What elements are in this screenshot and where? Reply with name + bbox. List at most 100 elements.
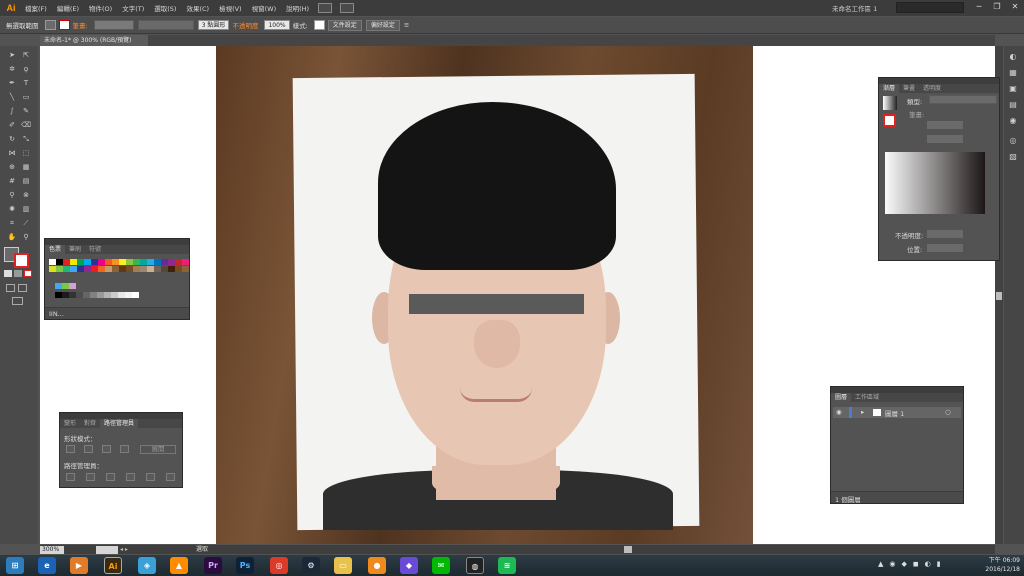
unite-button[interactable] xyxy=(66,445,75,453)
color-swatch[interactable] xyxy=(63,259,70,265)
color-swatch[interactable] xyxy=(175,259,182,265)
document-setup-button[interactable]: 文件設定 xyxy=(327,19,362,31)
gradient-opacity-field[interactable] xyxy=(927,230,963,238)
arrange-documents-icon[interactable] xyxy=(340,3,355,13)
gradient-mode-icon[interactable] xyxy=(14,270,22,277)
outline-button[interactable] xyxy=(146,473,155,481)
color-swatch[interactable] xyxy=(147,259,154,265)
color-swatch[interactable] xyxy=(70,259,77,265)
color-swatch[interactable] xyxy=(69,283,76,289)
width-tool-icon[interactable]: ⋈ xyxy=(7,149,17,158)
gradient-stroke-swatch[interactable] xyxy=(883,114,896,127)
mesh-tool-icon[interactable]: # xyxy=(7,177,17,186)
free-transform-tool-icon[interactable]: ⬚ xyxy=(21,149,31,158)
color-swatch[interactable] xyxy=(84,259,91,265)
minus-front-button[interactable] xyxy=(84,445,93,453)
grayscale-swatch[interactable] xyxy=(83,292,90,298)
color-swatch[interactable] xyxy=(126,259,133,265)
dock-swatches-icon[interactable]: ▦ xyxy=(1007,68,1019,78)
color-swatch[interactable] xyxy=(140,266,147,272)
color-swatch[interactable] xyxy=(175,266,182,272)
selection-tool-icon[interactable]: ➤ xyxy=(7,51,17,60)
exclude-button[interactable] xyxy=(120,445,129,453)
gradient-location-field[interactable] xyxy=(927,244,963,252)
menu-select[interactable]: 選取(S) xyxy=(149,3,181,13)
color-swatch[interactable] xyxy=(70,266,77,272)
app-icon[interactable]: ● xyxy=(368,557,386,574)
document-tab[interactable]: 未命名-1* @ 300% (RGB/預覽) xyxy=(40,35,148,46)
none-mode-icon[interactable] xyxy=(24,270,32,277)
color-swatch[interactable] xyxy=(55,283,62,289)
vs-icon[interactable]: ◆ xyxy=(400,557,418,574)
vertical-scroll-thumb[interactable] xyxy=(996,292,1002,300)
tab-stroke[interactable]: 筆畫 xyxy=(899,84,919,93)
menu-type[interactable]: 文字(T) xyxy=(117,3,149,13)
color-swatch[interactable] xyxy=(161,266,168,272)
maximize-button[interactable]: ❐ xyxy=(988,0,1006,14)
pencil-tool-icon[interactable]: ✎ xyxy=(21,107,31,116)
brush-dropdown[interactable]: 3 點圓形 xyxy=(197,20,230,30)
color-swatch[interactable] xyxy=(147,266,154,272)
color-swatch[interactable] xyxy=(154,266,161,272)
gradient-type-dropdown[interactable] xyxy=(929,95,997,104)
gradient-preview-swatch[interactable] xyxy=(883,96,897,110)
dock-symbols-icon[interactable]: ▤ xyxy=(1007,100,1019,110)
grayscale-swatch[interactable] xyxy=(97,292,104,298)
start-button-icon[interactable]: ⊞ xyxy=(6,557,24,574)
lasso-tool-icon[interactable]: ϙ xyxy=(21,65,31,74)
crop-button[interactable] xyxy=(126,473,135,481)
photoshop-icon[interactable]: Ps xyxy=(236,557,254,574)
minimize-button[interactable]: ─ xyxy=(970,0,988,14)
stroke-label[interactable]: 筆畫: xyxy=(73,20,88,30)
type-tool-icon[interactable]: T xyxy=(21,79,31,88)
grayscale-swatch[interactable] xyxy=(55,292,62,298)
stroke-color-box[interactable] xyxy=(14,253,29,268)
gradient-tool-icon[interactable]: ▤ xyxy=(21,177,31,186)
workspace-switcher[interactable]: 未命名工作區 1 xyxy=(832,3,877,13)
color-swatch[interactable] xyxy=(182,259,189,265)
tab-artboards[interactable]: 工作區域 xyxy=(851,393,883,402)
opacity-field[interactable]: 100% xyxy=(264,20,290,30)
grayscale-swatch[interactable] xyxy=(118,292,125,298)
stroke-color-swatch[interactable] xyxy=(58,20,70,30)
artboard-nav-icon[interactable]: ◂ ▸ xyxy=(120,546,128,553)
color-swatch[interactable] xyxy=(56,266,63,272)
color-swatch[interactable] xyxy=(98,259,105,265)
layer-name[interactable]: 圖層 1 xyxy=(885,408,904,418)
color-swatch[interactable] xyxy=(63,266,70,272)
merge-button[interactable] xyxy=(106,473,115,481)
color-swatch[interactable] xyxy=(77,259,84,265)
menu-object[interactable]: 物件(O) xyxy=(84,3,117,13)
perspective-grid-tool-icon[interactable]: ▦ xyxy=(21,163,31,172)
illustrator-taskbar-icon[interactable]: Ai xyxy=(104,557,122,574)
tab-transform[interactable]: 變形 xyxy=(60,419,80,428)
color-swatch[interactable] xyxy=(77,266,84,272)
horizontal-scrollbar[interactable] xyxy=(40,545,995,554)
tab-transparency[interactable]: 透明度 xyxy=(919,84,945,93)
color-mode-icon[interactable] xyxy=(4,270,12,277)
expand-button[interactable]: 展開 xyxy=(140,445,176,454)
spotify-icon[interactable]: ≋ xyxy=(498,557,516,574)
color-swatch[interactable] xyxy=(126,266,133,272)
zoom-level-field[interactable]: 300% xyxy=(40,546,64,554)
slice-tool-icon[interactable]: ⟋ xyxy=(21,219,31,228)
color-swatch[interactable] xyxy=(119,266,126,272)
hand-tool-icon[interactable]: ✋ xyxy=(7,233,17,242)
grayscale-swatch[interactable] xyxy=(125,292,132,298)
grayscale-swatch[interactable] xyxy=(90,292,97,298)
color-swatch[interactable] xyxy=(168,259,175,265)
paintbrush-tool-icon[interactable]: ∫ xyxy=(7,107,17,116)
file-explorer-icon[interactable]: ▭ xyxy=(334,557,352,574)
eyedropper-tool-icon[interactable]: ⚲ xyxy=(7,191,17,200)
grayscale-swatch[interactable] xyxy=(132,292,139,298)
grayscale-swatch[interactable] xyxy=(62,292,69,298)
grayscale-swatch[interactable] xyxy=(76,292,83,298)
color-swatch[interactable] xyxy=(112,259,119,265)
direct-selection-tool-icon[interactable]: ⇱ xyxy=(21,51,31,60)
steam-icon[interactable]: ⚙ xyxy=(302,557,320,574)
minus-back-button[interactable] xyxy=(166,473,175,481)
color-swatch[interactable] xyxy=(154,259,161,265)
gradient-angle-field[interactable] xyxy=(927,121,963,129)
layer-row[interactable]: ◉ ▸ 圖層 1 ○ xyxy=(833,407,961,418)
color-swatch[interactable] xyxy=(56,259,63,265)
